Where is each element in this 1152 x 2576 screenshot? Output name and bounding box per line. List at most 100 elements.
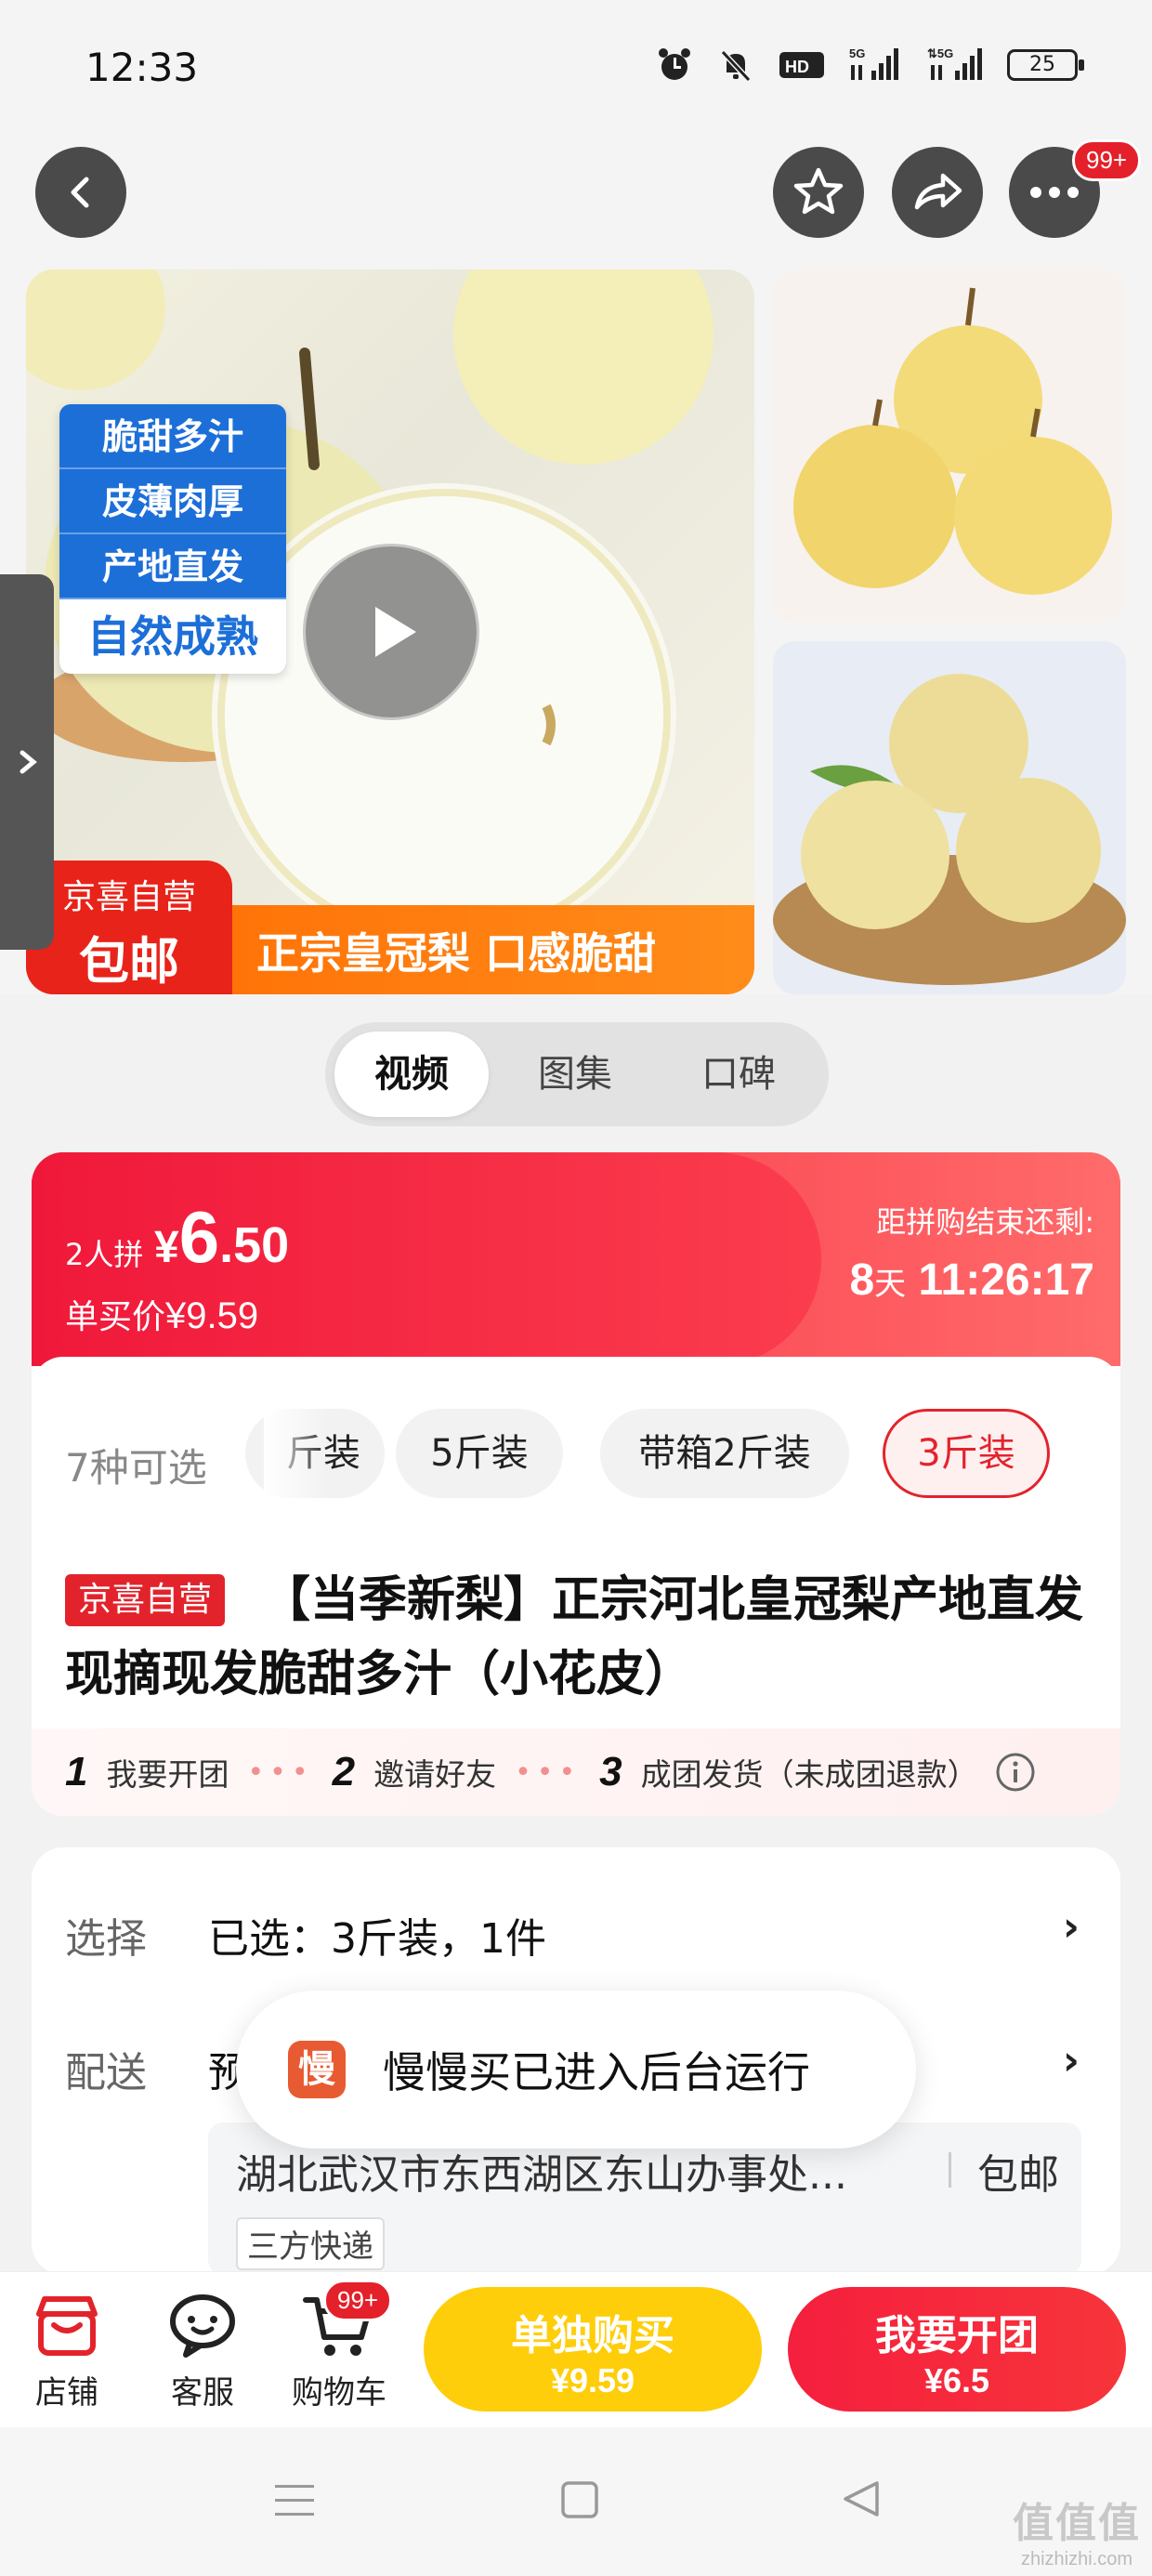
home-icon[interactable] [559, 2479, 600, 2520]
address-text: 湖北武汉市东西湖区东山办事处... [236, 2151, 847, 2199]
group-label: 2人拼 [65, 1237, 144, 1272]
step-number: 2 [332, 1749, 356, 1794]
more-dots-icon [1030, 187, 1079, 198]
tab-video[interactable]: 视频 [334, 1032, 489, 1117]
options-count: 7种可选 [65, 1445, 207, 1491]
spec-chip-selected[interactable]: 3斤装 [883, 1409, 1050, 1498]
svg-text:⇅5G: ⇅5G [927, 46, 953, 60]
step-number: 3 [599, 1749, 622, 1794]
single-price: 单买价¥9.59 [65, 1290, 258, 1338]
step-label: 我要开团 [106, 1756, 229, 1793]
select-label: 选择 [65, 1915, 147, 1963]
start-group-price: ¥6.5 [923, 2361, 990, 2399]
spec-section: 7种可选 斤装 5斤装 带箱2斤装 3斤装 京喜自营 【当季新梨】正宗河北皇冠梨… [32, 1357, 1120, 1816]
tab-gallery[interactable]: 图集 [498, 1032, 652, 1117]
back-triangle-icon[interactable] [840, 2477, 883, 2520]
pears-basket-image [773, 674, 1126, 985]
main-video-thumbnail[interactable]: 脆甜多汁 皮薄肉厚 产地直发 自然成熟 京喜自营 包邮 正宗皇冠梨 口感脆甜 [26, 269, 754, 994]
back-button[interactable] [35, 147, 126, 238]
play-icon [375, 607, 416, 657]
group-price: ¥6.50 [154, 1195, 289, 1280]
delivery-label: 配送 [65, 2049, 147, 2096]
shop-label: 店铺 [35, 2374, 98, 2412]
status-time: 12:33 [85, 45, 199, 90]
watermark-url: zhizhizhi.com [1020, 2549, 1133, 2569]
more-badge: 99+ [1072, 139, 1142, 181]
customer-service-button[interactable]: 客服 [147, 2285, 258, 2412]
svg-text:HD: HD [785, 58, 809, 76]
play-button[interactable] [303, 544, 479, 720]
select-chevron-icon[interactable]: › [1063, 1903, 1080, 1951]
spec-chip[interactable]: 带箱2斤装 [600, 1409, 849, 1498]
pears-image [793, 287, 1112, 595]
side-drawer-handle[interactable] [0, 574, 54, 950]
app-icon: 慢 [288, 2041, 346, 2098]
countdown-clock: 11:26:17 [918, 1255, 1095, 1305]
promo-badge: 京喜自营 包邮 [26, 861, 232, 994]
currency-symbol: ¥ [154, 1223, 179, 1272]
countdown-label: 距拼购结束还剩: [876, 1204, 1094, 1240]
toast-message: 慢慢买已进入后台运行 [383, 2047, 810, 2097]
favorite-button[interactable] [773, 147, 864, 238]
countdown-timer: 8天 11:26:17 [849, 1255, 1094, 1306]
promo-text: 正宗皇冠梨 口感脆甜 [256, 928, 657, 979]
countdown-days: 8 [849, 1255, 875, 1305]
group-price-int: 6 [178, 1196, 220, 1278]
start-group-button[interactable]: 我要开团 ¥6.5 [788, 2287, 1126, 2412]
single-price-value: ¥9.59 [165, 1295, 259, 1336]
delivery-chevron-icon[interactable]: › [1063, 2037, 1080, 2084]
cart-button[interactable]: 购物车 99+ [279, 2280, 399, 2412]
group-price-dec: .50 [219, 1217, 290, 1273]
bottom-action-bar: 店铺 客服 购物车 99+ 单独购买 ¥9.59 我要开团 ¥6.5 [0, 2271, 1152, 2427]
promo-badge-bottom: 包邮 [79, 932, 179, 991]
feature-tag: 脆甜多汁 [59, 404, 286, 469]
service-label: 客服 [171, 2374, 234, 2412]
thumbnail-image-2[interactable]: 1 6 [773, 641, 1126, 994]
buy-single-label: 单独购买 [511, 2312, 674, 2359]
hd-icon: HD [779, 52, 824, 78]
price-header: 2人拼 ¥6.50 单买价¥9.59 距拼购结束还剩: 8天 11:26:17 [32, 1152, 1120, 1366]
tab-reviews[interactable]: 口碑 [661, 1032, 816, 1117]
feature-tags: 脆甜多汁 皮薄肉厚 产地直发 自然成熟 [59, 404, 286, 674]
feature-tag: 自然成熟 [59, 599, 286, 674]
media-tabs: 视频 图集 口碑 [325, 1022, 829, 1126]
info-icon[interactable] [995, 1752, 1036, 1793]
star-icon [793, 167, 844, 215]
top-nav: 99+ [0, 139, 1152, 269]
select-value[interactable]: 已选：3斤装，1件 [208, 1905, 546, 1965]
signal-5g-icon: 5G [849, 46, 898, 80]
spec-chip[interactable]: 5斤装 [396, 1409, 563, 1498]
express-tag: 三方快递 [236, 2217, 385, 2270]
alarm-icon [659, 48, 690, 80]
group-steps: 1 我要开团 ••• 2 邀请好友 ••• 3 成团发货（未成团退款） [32, 1728, 1120, 1816]
watermark: 值值值 zhizhizhi.com [1013, 2490, 1141, 2570]
cart-badge: 99+ [323, 2280, 393, 2321]
buy-single-price: ¥9.59 [550, 2361, 635, 2399]
step-label: 成团发货（未成团退款） [640, 1756, 978, 1793]
price-card: 2人拼 ¥6.50 单买价¥9.59 距拼购结束还剩: 8天 11:26:17 … [32, 1152, 1120, 1816]
divider [949, 2152, 951, 2188]
watermark-text: 值值值 [1013, 2500, 1141, 2547]
svg-text:5G: 5G [849, 46, 865, 60]
start-group-label: 我要开团 [875, 2312, 1039, 2359]
share-icon [914, 173, 962, 210]
chevron-left-icon [71, 177, 89, 208]
status-icons: HD 5G ⇅5G 25 [656, 46, 1084, 84]
promo-badge-top: 京喜自营 [61, 878, 196, 916]
shop-icon [11, 2285, 123, 2367]
single-price-label: 单买价 [65, 1298, 166, 1336]
shop-button[interactable]: 店铺 [11, 2285, 123, 2412]
free-shipping: 包邮 [977, 2151, 1059, 2199]
battery-icon: 25 [1007, 49, 1084, 81]
chat-face-icon [147, 2285, 258, 2367]
chevron-right-icon [20, 750, 37, 774]
feature-tag: 产地直发 [59, 534, 286, 599]
thumbnail-image-1[interactable] [773, 269, 1126, 623]
cart-label: 购物车 [292, 2374, 386, 2412]
chip-fade [264, 1409, 329, 1498]
menu-icon[interactable] [273, 2479, 316, 2522]
share-button[interactable] [892, 147, 983, 238]
buy-single-button[interactable]: 单独购买 ¥9.59 [424, 2287, 762, 2412]
countdown-days-unit: 天 [874, 1267, 907, 1302]
background-toast: 慢 慢慢买已进入后台运行 [236, 1991, 916, 2149]
